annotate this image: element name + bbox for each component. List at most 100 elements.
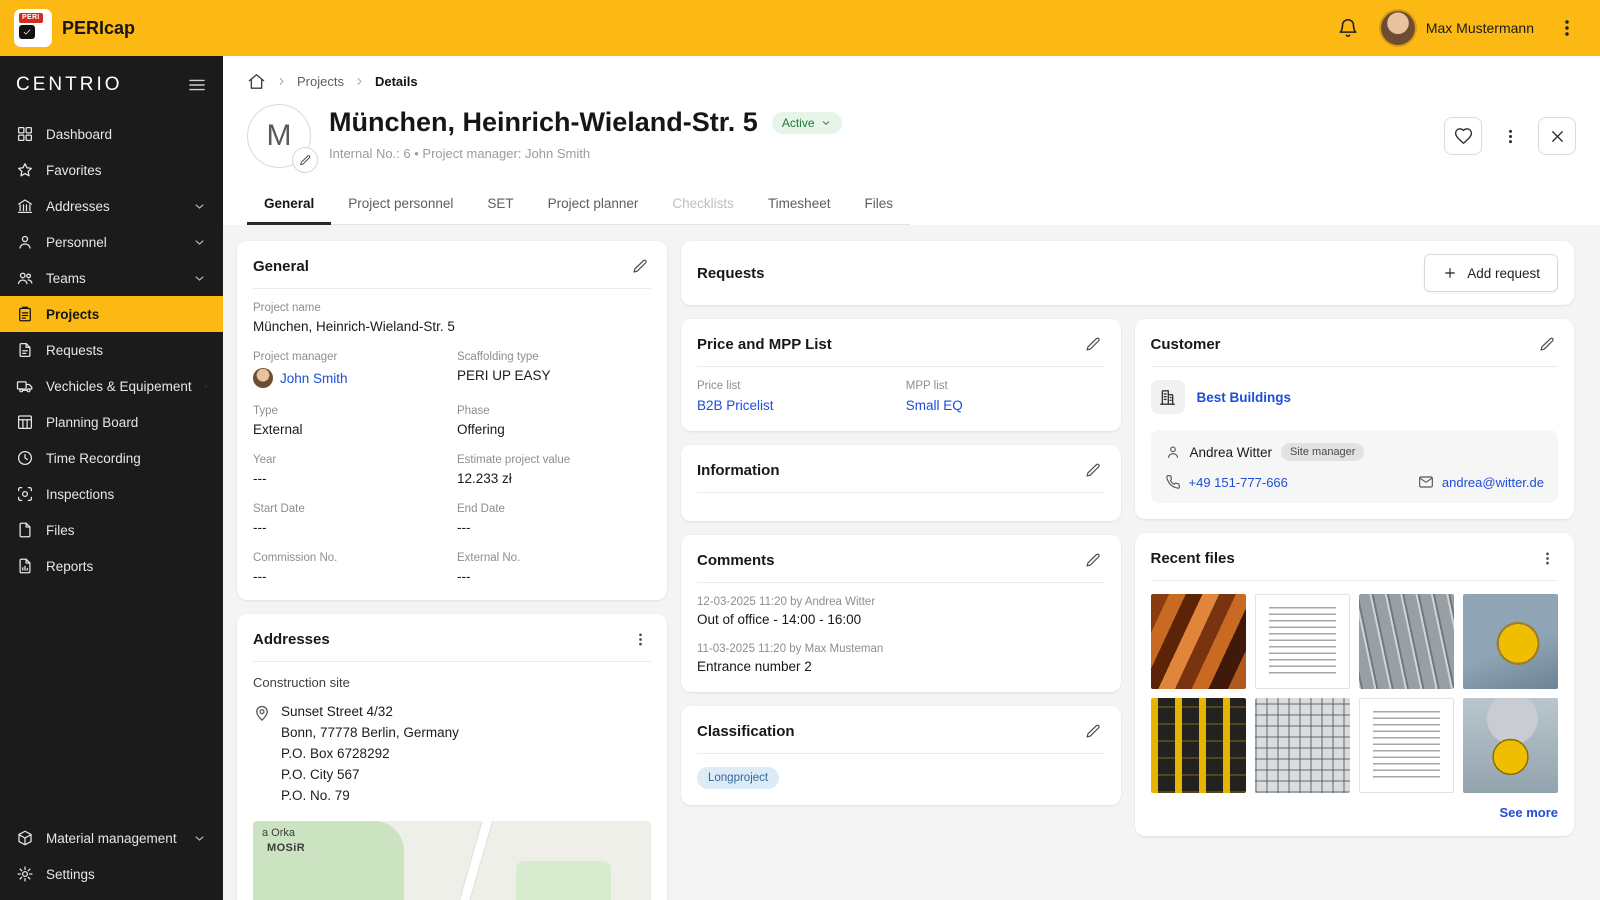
phone-icon [1165,474,1181,490]
classification-tag[interactable]: Longproject [697,767,779,789]
edit-customer-button[interactable] [1536,333,1558,355]
material-management-icon [16,829,34,847]
chevron-right-icon [275,75,288,88]
email-link[interactable]: andrea@witter.de [1442,475,1544,490]
sidebar-item-vehicles-equipment[interactable]: Vechicles & Equipement [0,368,223,404]
project-manager-link[interactable]: John Smith [280,371,348,386]
sidebar-item-addresses[interactable]: Addresses [0,188,223,224]
map-label: MOSiR [267,842,305,854]
sidebar-item-personnel[interactable]: Personnel [0,224,223,260]
sidebar-item-label: Vechicles & Equipement [46,379,192,394]
sidebar-bottom: Material managementSettings [0,820,223,900]
field-type: TypeExternal [253,405,447,437]
thumb-scaffolding-photo-1[interactable] [1359,594,1454,689]
status-label: Active [782,116,815,130]
centrio-logo: CENTRIO [16,74,123,96]
sidebar-item-settings[interactable]: Settings [0,856,223,892]
user-menu[interactable]: Max Mustermann [1381,11,1534,45]
edit-information-button[interactable] [1083,459,1105,481]
tab-checklists[interactable]: Checklists [655,185,751,225]
recent-files-more-button[interactable] [1536,547,1558,569]
pericap-logo: PERI [14,9,52,47]
addresses-more-button[interactable] [629,628,651,650]
thumb-document-page-2[interactable] [1359,698,1454,793]
notifications-bell-icon[interactable] [1337,17,1359,39]
map-preview[interactable]: a Orka MOSiR [253,821,651,900]
project-subtitle: Internal No.: 6 • Project manager: John … [329,146,842,161]
address-lines: Sunset Street 4/32Bonn, 77778 Berlin, Ge… [281,702,459,807]
customer-company-link[interactable]: Best Buildings [1197,390,1292,405]
tab-files[interactable]: Files [847,185,910,225]
sidebar-item-dashboard[interactable]: Dashboard [0,116,223,152]
sidebar-item-inspections[interactable]: Inspections [0,476,223,512]
thumb-coupler-photo-1[interactable] [1463,594,1558,689]
sidebar-item-label: Dashboard [46,127,112,142]
sidebar-item-reports[interactable]: Reports [0,548,223,584]
sidebar-item-material-management[interactable]: Material management [0,820,223,856]
project-more-button[interactable] [1491,117,1529,155]
thumb-grid [1151,594,1559,793]
status-badge[interactable]: Active [772,112,842,134]
close-icon [1548,127,1567,146]
tab-project-planner[interactable]: Project planner [531,185,656,225]
edit-general-button[interactable] [629,255,651,277]
field-estimate-project-value: Estimate project value12.233 zł [457,454,651,486]
topbar-more-icon[interactable] [1556,17,1578,39]
tab-project-personnel[interactable]: Project personnel [331,185,470,225]
sidebar-item-favorites[interactable]: Favorites [0,152,223,188]
classification-tags: Longproject [697,767,1105,789]
comments-card: Comments 12-03-2025 11:20 by Andrea Witt… [681,535,1121,692]
see-more-link[interactable]: See more [1151,805,1559,820]
mpp-list-link[interactable]: Small EQ [906,398,963,413]
breadcrumb-projects[interactable]: Projects [297,74,344,89]
sidebar-item-time-recording[interactable]: Time Recording [0,440,223,476]
map-label: a Orka [262,827,295,839]
sidebar-item-files[interactable]: Files [0,512,223,548]
inspections-icon [16,485,34,503]
thumb-document-page-1[interactable] [1255,594,1350,689]
user-avatar[interactable] [1381,11,1415,45]
thumb-roof-truss-photo[interactable] [1151,594,1246,689]
thumb-coupler-photo-2[interactable] [1463,698,1558,793]
close-button[interactable] [1538,117,1576,155]
edit-price-mpp-button[interactable] [1083,333,1105,355]
sidebar-item-planning-board[interactable]: Planning Board [0,404,223,440]
sidebar-item-requests[interactable]: Requests [0,332,223,368]
comments-list: 12-03-2025 11:20 by Andrea WitterOut of … [697,596,1105,674]
teams-icon [16,269,34,287]
price-list-link[interactable]: B2B Pricelist [697,398,774,413]
role-badge: Site manager [1281,443,1364,461]
favorite-button[interactable] [1444,117,1482,155]
project-header: M München, Heinrich-Wieland-Str. 5 Activ… [247,104,1576,168]
thumb-scaffolding-yellow-photo[interactable] [1151,698,1246,793]
comment-meta: 11-03-2025 11:20 by Max Musteman [697,643,1105,655]
tab-general[interactable]: General [247,185,331,225]
chevron-down-icon [204,379,207,394]
sidebar-item-label: Teams [46,271,86,286]
edit-classification-button[interactable] [1083,720,1105,742]
sidebar-item-label: Reports [46,559,93,574]
content-area: General Project name München, Heinrich-W… [223,225,1600,900]
home-icon[interactable] [247,72,266,91]
edit-avatar-button[interactable] [292,147,318,173]
map-road [442,821,495,900]
comment-text: Entrance number 2 [697,659,1105,674]
sidebar-item-projects[interactable]: Projects [0,296,223,332]
edit-comments-button[interactable] [1083,549,1105,571]
tab-set[interactable]: SET [470,185,530,225]
sidebar-item-label: Projects [46,307,99,322]
address-line: P.O. City 567 [281,765,459,786]
field-phase: PhaseOffering [457,405,651,437]
sidebar-item-label: Requests [46,343,103,358]
address-line: Bonn, 77778 Berlin, Germany [281,723,459,744]
general-card: General Project name München, Heinrich-W… [237,241,667,600]
peri-logo-check-icon [19,25,35,39]
sidebar-item-teams[interactable]: Teams [0,260,223,296]
add-request-button[interactable]: Add request [1424,254,1558,292]
phone-link[interactable]: +49 151-777-666 [1189,475,1288,490]
menu-toggle-icon[interactable] [187,75,207,95]
thumb-building-facade-photo[interactable] [1255,698,1350,793]
price-mpp-title: Price and MPP List [697,336,832,353]
tab-timesheet[interactable]: Timesheet [751,185,848,225]
sidebar-nav: Dashboard FavoritesAddressesPersonnel Team… [0,108,223,820]
